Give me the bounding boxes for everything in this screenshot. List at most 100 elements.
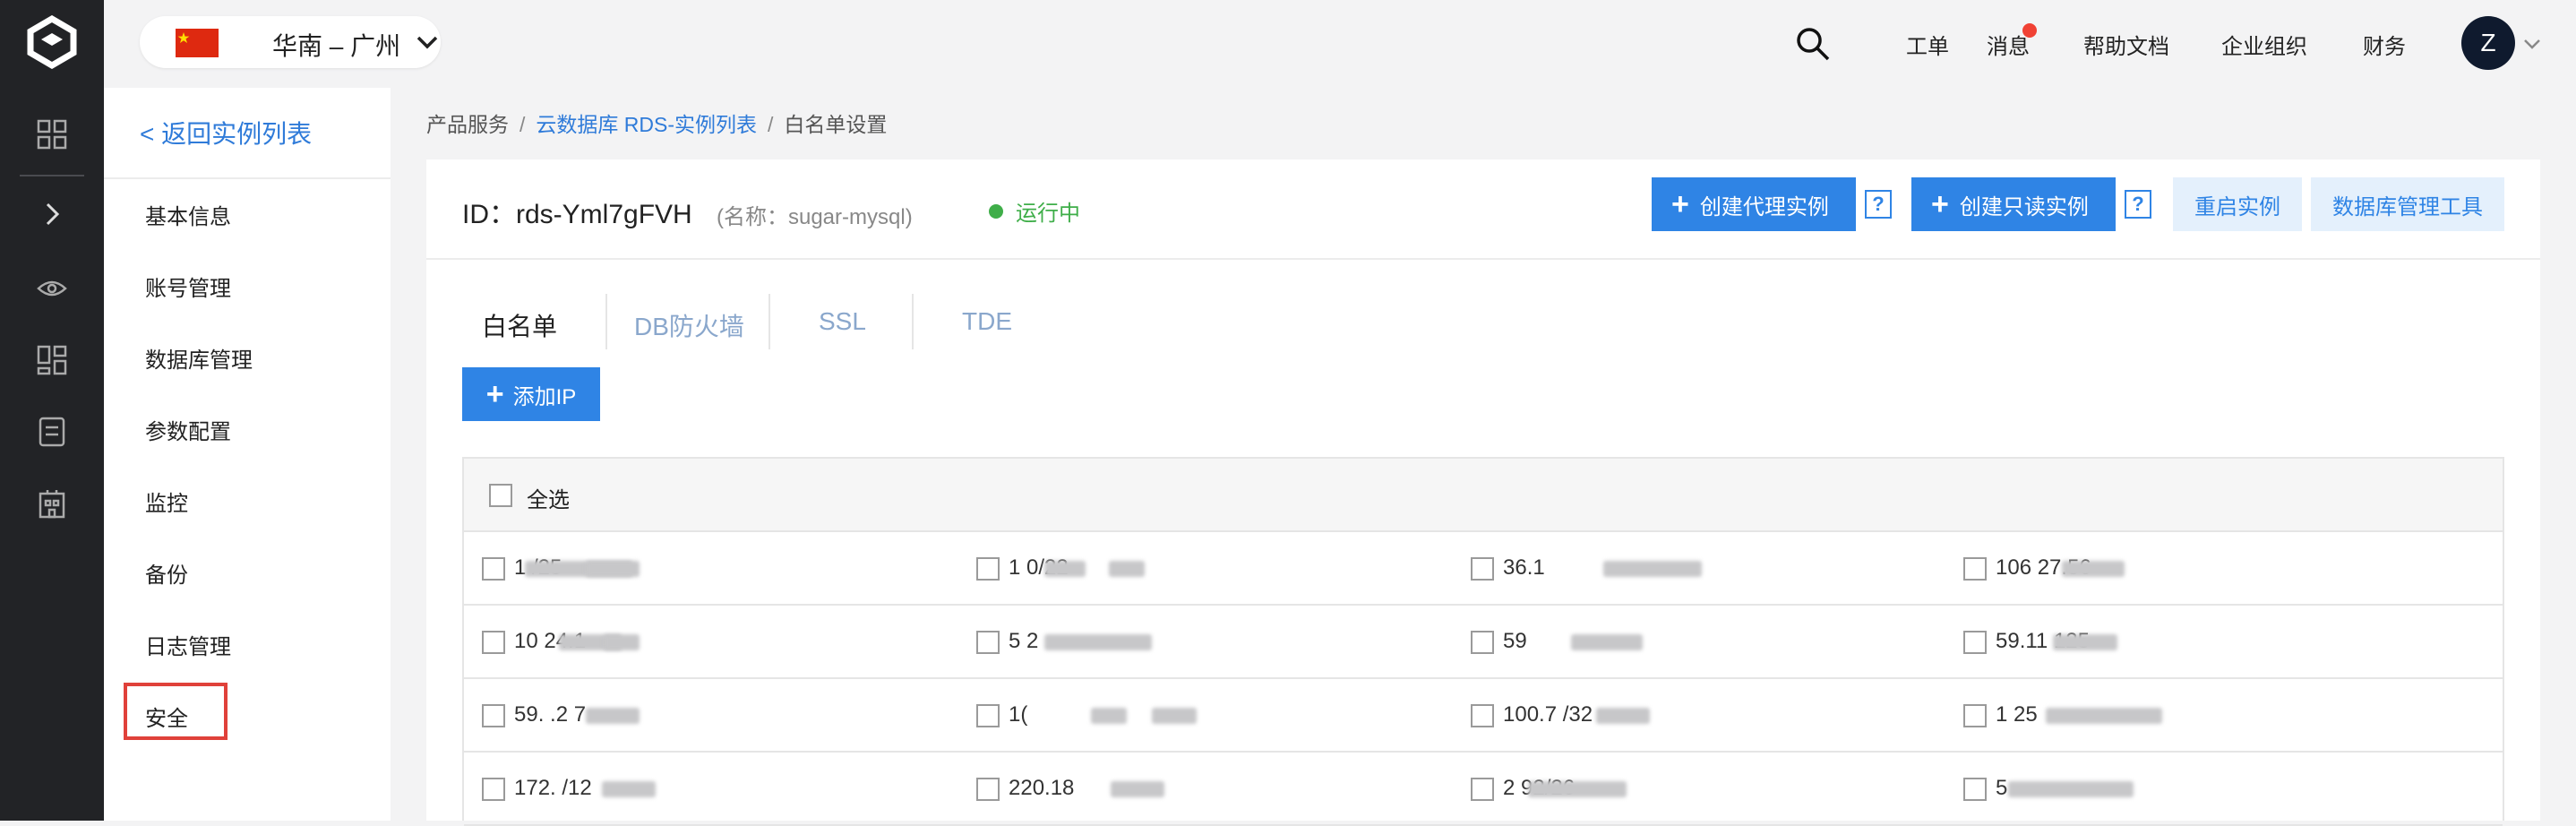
ip-checkbox[interactable]: [482, 778, 505, 801]
ip-address: 1(: [1009, 702, 1028, 727]
ip-checkbox[interactable]: [1963, 778, 1987, 801]
proxy-help-icon[interactable]: ?: [1865, 190, 1892, 219]
redaction-mask: [1044, 561, 1086, 577]
create-readonly-label: 创建只读实例: [1959, 194, 2089, 219]
ip-cell: 1 0/22: [958, 532, 1453, 604]
ip-address: 100.7 /32: [1503, 702, 1593, 727]
ip-checkbox[interactable]: [1963, 704, 1987, 727]
nav-help-docs[interactable]: 帮助文档: [2083, 0, 2169, 88]
create-proxy-label: 创建代理实例: [1699, 194, 1829, 219]
submenu-item-logs[interactable]: 日志管理: [145, 629, 231, 660]
table-row: 172. /12 220.18 2 92/26 5: [464, 753, 2503, 826]
ip-checkbox[interactable]: [482, 557, 505, 581]
ip-address: 5 2: [1009, 629, 1039, 653]
ip-checkbox[interactable]: [1471, 631, 1494, 654]
ip-checkbox[interactable]: [1471, 557, 1494, 581]
expand-chevron-icon[interactable]: [30, 193, 73, 236]
ip-checkbox[interactable]: [1471, 704, 1494, 727]
breadcrumb: 产品服务 / 云数据库 RDS-实例列表 / 白名单设置: [426, 108, 887, 138]
submenu-item-databases[interactable]: 数据库管理: [145, 342, 253, 374]
ip-checkbox[interactable]: [482, 631, 505, 654]
ip-address: 1 25: [1996, 702, 2038, 727]
plus-icon: +: [485, 377, 504, 411]
ip-cell: 5 2: [958, 606, 1453, 677]
ip-cell: 5: [1945, 753, 2440, 824]
ip-address: 36.1: [1503, 555, 1545, 580]
submenu-divider: [104, 177, 391, 179]
tab-db-firewall[interactable]: DB防火墙: [634, 307, 744, 343]
back-to-instance-list-link[interactable]: < 返回实例列表: [140, 115, 312, 151]
ip-cell: 100.7 /32: [1453, 679, 1947, 751]
instance-submenu: < 返回实例列表 基本信息 账号管理 数据库管理 参数配置 监控 备份 日志管理…: [104, 88, 391, 821]
modules-icon[interactable]: [30, 339, 73, 382]
eye-icon[interactable]: [30, 267, 73, 310]
breadcrumb-current: 白名单设置: [784, 113, 888, 136]
redaction-mask: [2062, 561, 2125, 577]
account-chevron-down-icon[interactable]: [2522, 0, 2542, 88]
brand-logo-icon[interactable]: [25, 14, 79, 70]
table-row: 59. .2 7 1( 100.7 /32 1 25: [464, 679, 2503, 753]
tab-tde[interactable]: TDE: [962, 307, 1012, 336]
nav-tickets[interactable]: 工单: [1906, 0, 1949, 88]
dashboard-grid-icon[interactable]: [30, 113, 73, 156]
nav-finance[interactable]: 财务: [2363, 0, 2406, 88]
building-icon[interactable]: [30, 482, 73, 525]
breadcrumb-rds-list[interactable]: 云数据库 RDS-实例列表: [536, 113, 757, 136]
nav-messages[interactable]: 消息: [1987, 0, 2030, 88]
ip-cell: 36.1: [1453, 532, 1947, 604]
ip-cell: 220.18: [958, 753, 1453, 824]
db-management-tool-button[interactable]: 数据库管理工具: [2311, 177, 2504, 231]
create-proxy-instance-button[interactable]: + 创建代理实例: [1652, 177, 1856, 231]
submenu-item-accounts[interactable]: 账号管理: [145, 271, 231, 302]
ip-checkbox[interactable]: [976, 631, 1000, 654]
rail-divider: [20, 175, 84, 176]
ip-cell: 172. /12: [464, 753, 958, 824]
ip-address: 220.18: [1009, 776, 1075, 800]
readonly-help-icon[interactable]: ?: [2125, 190, 2151, 219]
china-flag-icon: [176, 29, 219, 57]
redaction-mask: [604, 634, 640, 650]
plus-icon: +: [1931, 187, 1949, 221]
ip-address: 59. .2 7: [514, 702, 587, 727]
ip-checkbox[interactable]: [1963, 557, 1987, 581]
table-row: 1 /251 0/22 36.1 106 27.56: [464, 532, 2503, 606]
create-readonly-instance-button[interactable]: + 创建只读实例: [1911, 177, 2116, 231]
global-nav-rail: [0, 0, 104, 821]
submenu-item-monitoring[interactable]: 监控: [145, 486, 188, 517]
ip-address: 172. /12: [514, 776, 592, 800]
ip-checkbox[interactable]: [1471, 778, 1494, 801]
redaction-mask: [1603, 561, 1702, 577]
add-ip-button[interactable]: + 添加IP: [462, 367, 600, 421]
search-icon[interactable]: [1795, 0, 1831, 88]
security-highlight-box: [124, 683, 228, 740]
select-all-checkbox[interactable]: [489, 484, 512, 507]
breadcrumb-separator: /: [768, 113, 774, 136]
breadcrumb-products[interactable]: 产品服务: [426, 113, 509, 136]
ip-checkbox[interactable]: [1963, 631, 1987, 654]
restart-instance-button[interactable]: 重启实例: [2173, 177, 2302, 231]
billing-doc-icon[interactable]: [30, 410, 73, 453]
ip-checkbox[interactable]: [976, 557, 1000, 581]
user-avatar[interactable]: Z: [2461, 16, 2515, 70]
tab-separator: [912, 294, 914, 349]
tab-separator: [605, 294, 607, 349]
ip-cell: 59. .2 7: [464, 679, 958, 751]
instance-header: ID：rds-Yml7gFVH (名称：sugar-mysql) 运行中 + 创…: [426, 159, 2540, 260]
ip-checkbox[interactable]: [976, 778, 1000, 801]
redaction-mask: [2053, 634, 2117, 650]
submenu-item-backup[interactable]: 备份: [145, 557, 188, 589]
redaction-mask: [602, 781, 656, 797]
redaction-mask: [2046, 708, 2162, 724]
tab-ssl[interactable]: SSL: [819, 307, 866, 336]
submenu-item-parameters[interactable]: 参数配置: [145, 414, 231, 445]
ip-checkbox[interactable]: [976, 704, 1000, 727]
nav-organization[interactable]: 企业组织: [2221, 0, 2307, 88]
whitelist-card: ID：rds-Yml7gFVH (名称：sugar-mysql) 运行中 + 创…: [426, 159, 2540, 826]
ip-checkbox[interactable]: [482, 704, 505, 727]
redaction-mask: [586, 708, 640, 724]
top-bar: 华南 – 广州 工单 消息 帮助文档 企业组织 财务 Z: [104, 0, 2576, 88]
region-selector[interactable]: 华南 – 广州: [140, 16, 441, 68]
chevron-down-icon: [416, 32, 439, 56]
submenu-item-basic-info[interactable]: 基本信息: [145, 199, 231, 230]
tab-whitelist[interactable]: 白名单: [482, 307, 557, 343]
